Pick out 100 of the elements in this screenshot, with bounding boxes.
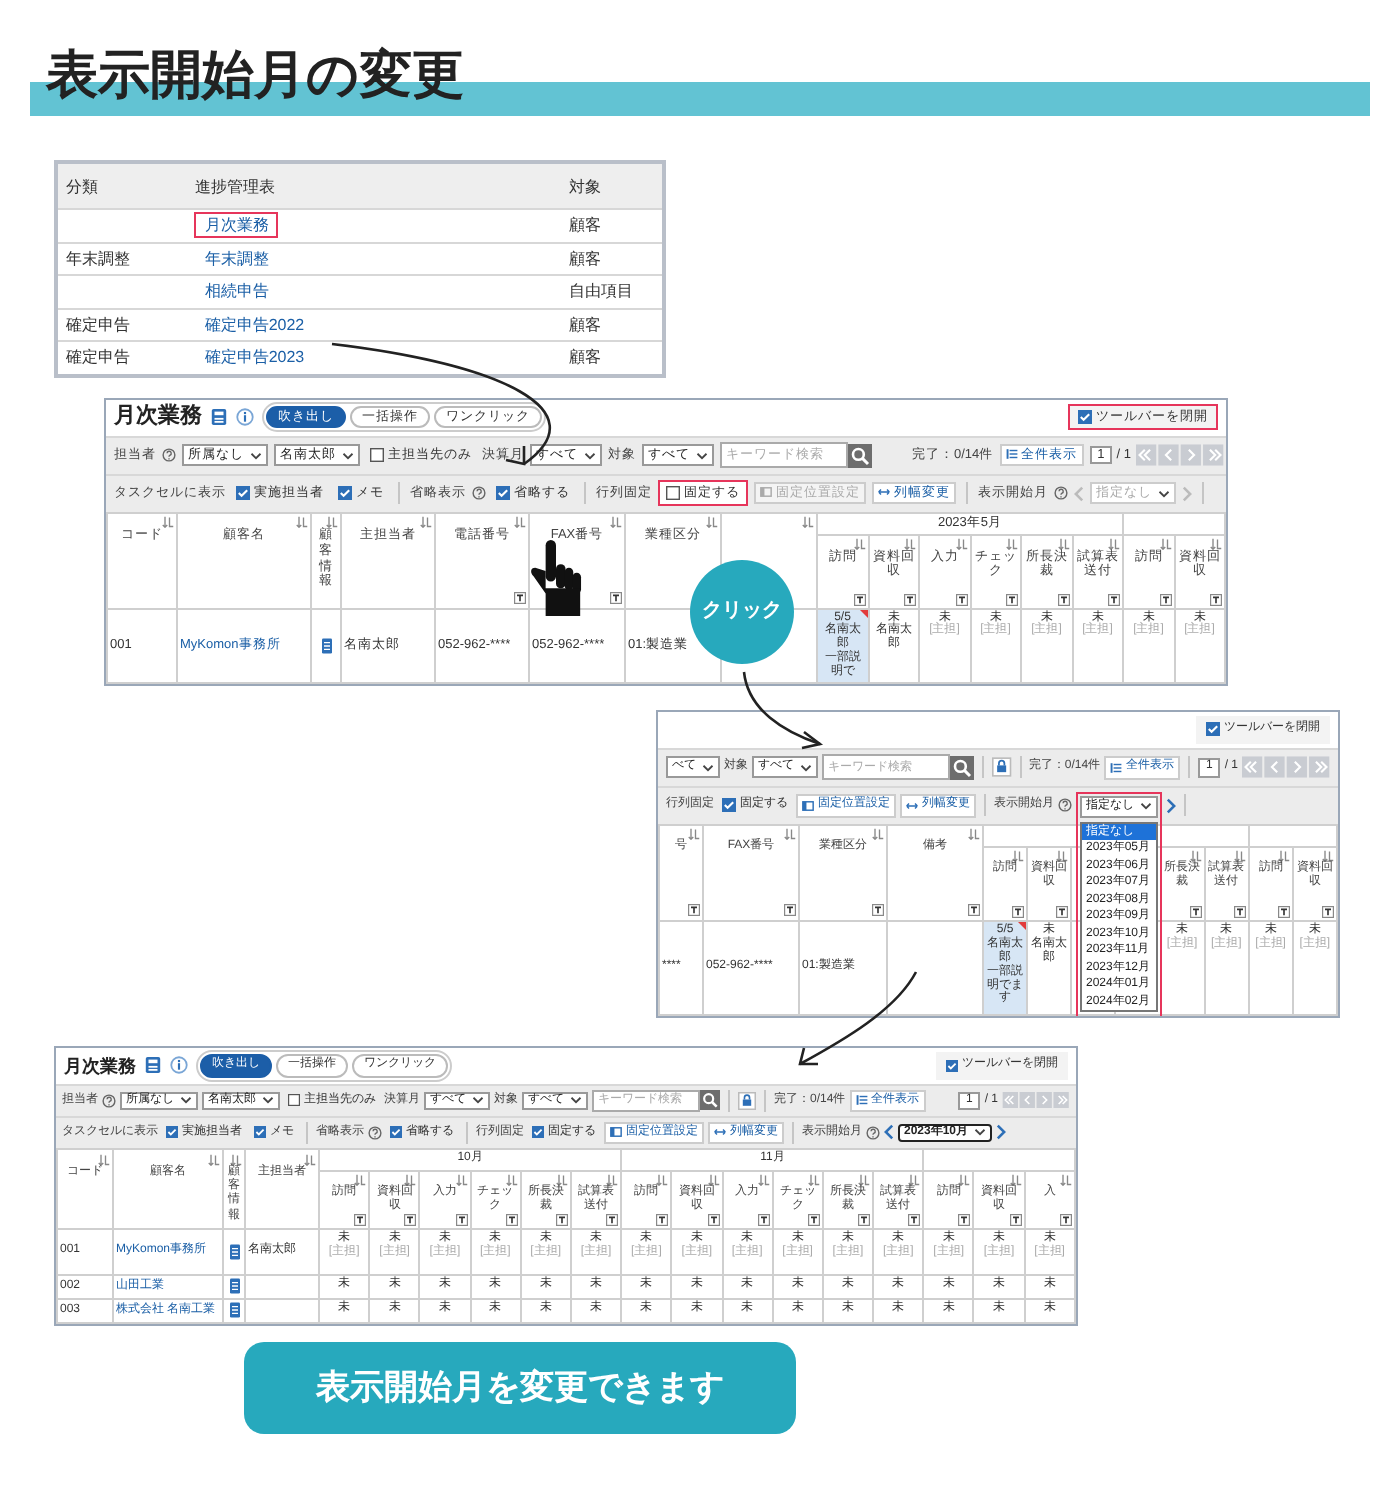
- help-icon[interactable]: [102, 1093, 116, 1108]
- sort-icon[interactable]: [404, 1173, 417, 1186]
- sort-icon[interactable]: [98, 1153, 110, 1166]
- filter-icon[interactable]: [1159, 593, 1171, 605]
- sort-icon[interactable]: [505, 1173, 518, 1186]
- filter-icon[interactable]: [904, 593, 916, 605]
- previous-month-icon[interactable]: [884, 1124, 894, 1141]
- search-icon[interactable]: [700, 1090, 720, 1111]
- filter-icon[interactable]: [955, 593, 967, 605]
- filter-icon[interactable]: [872, 904, 884, 917]
- sort-icon[interactable]: [1277, 849, 1290, 862]
- sort-icon[interactable]: [230, 1153, 242, 1166]
- sort-icon[interactable]: [858, 1173, 871, 1186]
- sort-icon[interactable]: [807, 1173, 820, 1186]
- sort-icon[interactable]: [955, 537, 967, 549]
- filter-icon[interactable]: [784, 904, 796, 917]
- sort-icon[interactable]: [1233, 849, 1246, 862]
- sort-icon[interactable]: [610, 516, 622, 528]
- lock-icon[interactable]: [991, 756, 1012, 779]
- sort-icon[interactable]: [1210, 537, 1222, 549]
- sort-icon[interactable]: [455, 1173, 468, 1186]
- info-icon[interactable]: [170, 1056, 188, 1075]
- customer-info-icon[interactable]: [229, 1302, 239, 1319]
- filter-icon[interactable]: [606, 1214, 619, 1227]
- next-month-icon[interactable]: [996, 1124, 1007, 1141]
- help-icon[interactable]: [472, 486, 486, 500]
- filter-icon[interactable]: [354, 1213, 367, 1226]
- filter-icon[interactable]: [1189, 905, 1202, 918]
- sort-icon[interactable]: [1322, 849, 1334, 862]
- sort-icon[interactable]: [1108, 537, 1120, 549]
- sort-icon[interactable]: [354, 1173, 367, 1186]
- help-icon[interactable]: [1054, 486, 1068, 500]
- sort-icon[interactable]: [757, 1173, 770, 1186]
- sort-icon[interactable]: [853, 537, 865, 549]
- sort-icon[interactable]: [872, 828, 884, 841]
- filter-icon[interactable]: [1210, 593, 1222, 605]
- calculator-icon[interactable]: [210, 408, 228, 426]
- filter-icon[interactable]: [688, 904, 700, 917]
- help-icon[interactable]: [866, 1125, 880, 1140]
- calculator-icon[interactable]: [144, 1056, 162, 1075]
- sort-icon[interactable]: [1057, 537, 1069, 549]
- sort-icon[interactable]: [688, 828, 700, 841]
- sort-icon[interactable]: [1056, 849, 1069, 862]
- sheet-link[interactable]: 年末調整: [194, 245, 279, 272]
- sort-icon[interactable]: [1060, 1173, 1072, 1186]
- sheet-link[interactable]: 相続申告: [194, 278, 279, 305]
- filter-icon[interactable]: [707, 1214, 719, 1227]
- filter-icon[interactable]: [1057, 593, 1069, 605]
- filter-icon[interactable]: [555, 1214, 568, 1227]
- sort-icon[interactable]: [656, 1173, 669, 1186]
- customer-info-icon[interactable]: [229, 1243, 239, 1260]
- filter-icon[interactable]: [858, 1214, 871, 1227]
- filter-icon[interactable]: [757, 1213, 770, 1226]
- filter-icon[interactable]: [505, 1214, 518, 1227]
- next-month-icon[interactable]: [1166, 797, 1176, 814]
- filter-icon[interactable]: [1233, 905, 1246, 918]
- sort-icon[interactable]: [296, 516, 308, 528]
- sort-icon[interactable]: [326, 516, 338, 528]
- filter-icon[interactable]: [908, 1214, 921, 1227]
- sheet-link[interactable]: 確定申告2023: [194, 344, 315, 371]
- filter-icon[interactable]: [1009, 1214, 1022, 1227]
- filter-icon[interactable]: [1277, 905, 1290, 918]
- sort-icon[interactable]: [514, 516, 526, 528]
- filter-icon[interactable]: [1056, 905, 1069, 918]
- sort-icon[interactable]: [1159, 537, 1171, 549]
- sort-icon[interactable]: [908, 1173, 921, 1186]
- customer-info-icon[interactable]: [321, 637, 331, 654]
- sort-icon[interactable]: [162, 516, 174, 528]
- sort-icon[interactable]: [1189, 849, 1202, 862]
- sort-icon[interactable]: [1009, 1173, 1022, 1186]
- lock-icon[interactable]: [738, 1091, 756, 1110]
- info-icon[interactable]: [236, 408, 254, 426]
- help-icon[interactable]: [162, 448, 176, 462]
- sort-icon[interactable]: [555, 1173, 568, 1186]
- sort-icon[interactable]: [958, 1173, 971, 1186]
- filter-icon[interactable]: [853, 593, 865, 605]
- sort-icon[interactable]: [304, 1153, 316, 1166]
- filter-icon[interactable]: [656, 1213, 669, 1226]
- sheet-link[interactable]: 確定申告2022: [194, 311, 315, 338]
- search-icon[interactable]: [848, 443, 872, 467]
- sort-icon[interactable]: [784, 828, 796, 841]
- filter-icon[interactable]: [1006, 593, 1018, 605]
- sheet-link[interactable]: 月次業務: [194, 212, 279, 239]
- sort-icon[interactable]: [1006, 537, 1018, 549]
- customer-info-icon[interactable]: [229, 1278, 239, 1295]
- sort-icon[interactable]: [606, 1173, 619, 1186]
- filter-icon[interactable]: [1060, 1213, 1072, 1226]
- sort-icon[interactable]: [904, 537, 916, 549]
- help-icon[interactable]: [368, 1125, 382, 1140]
- filter-icon[interactable]: [1012, 905, 1025, 918]
- filter-icon[interactable]: [610, 592, 622, 604]
- filter-icon[interactable]: [514, 592, 526, 604]
- sort-icon[interactable]: [208, 1153, 220, 1166]
- help-icon[interactable]: [1058, 798, 1072, 813]
- sort-icon[interactable]: [420, 516, 432, 528]
- filter-icon[interactable]: [807, 1214, 820, 1227]
- filter-icon[interactable]: [958, 1213, 971, 1226]
- sort-icon[interactable]: [802, 516, 814, 528]
- filter-icon[interactable]: [455, 1213, 468, 1226]
- filter-icon[interactable]: [968, 904, 980, 917]
